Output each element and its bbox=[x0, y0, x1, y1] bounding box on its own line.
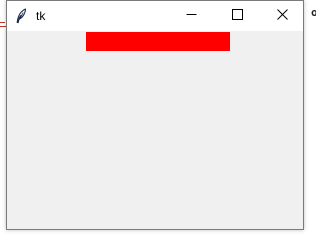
close-button[interactable] bbox=[259, 1, 305, 31]
title-bar[interactable]: tk bbox=[7, 1, 303, 31]
maximize-button[interactable] bbox=[214, 1, 260, 31]
background-editor-code bbox=[112, 232, 292, 239]
desktop: o tk bbox=[0, 0, 316, 239]
minimize-icon bbox=[186, 7, 197, 25]
tk-window: tk bbox=[6, 0, 304, 230]
red-rectangle bbox=[86, 32, 230, 51]
background-editor-glyph: o bbox=[311, 6, 316, 19]
maximize-icon bbox=[231, 7, 243, 25]
minimize-button[interactable] bbox=[168, 1, 214, 31]
window-client-area bbox=[7, 31, 303, 229]
feather-icon bbox=[15, 8, 27, 24]
window-title: tk bbox=[36, 9, 46, 23]
close-icon bbox=[276, 7, 288, 25]
